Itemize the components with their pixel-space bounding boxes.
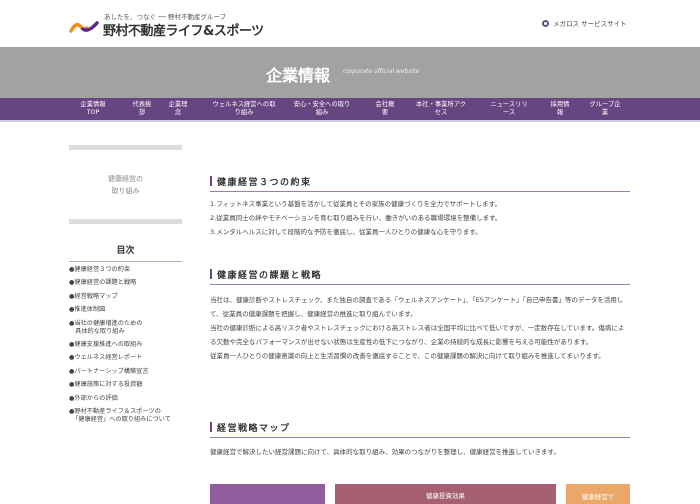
toc-item[interactable]: ●推進体制図 [69, 306, 194, 314]
service-site-link[interactable]: メガロス サービスサイト [542, 18, 627, 28]
nav-item-news[interactable]: ニュースリリ ース [490, 101, 527, 117]
toc-item[interactable]: ●当社の健康増進のための 具体的な取り組み [69, 320, 194, 336]
map-box-1 [210, 484, 325, 504]
toc-item[interactable]: ●パートナーシップ構築宣言 [69, 368, 194, 376]
circle-bullet-icon [542, 19, 549, 27]
map-box-health-management: 健康経営で [566, 484, 630, 504]
sidebar-divider [69, 145, 182, 150]
strategy-map-text: 健康経営で解決したい経営課題に向けて、具体的な取り組み、効果のつながりを整理し、… [210, 448, 560, 456]
page-subtitle: corporate official website [343, 68, 420, 75]
nav-item-philosophy[interactable]: 企業理 念 [169, 101, 188, 117]
global-nav: 企業情報 TOP 代表挨 拶 企業理 念 ウェルネス経営への取 り組み 安心・安… [0, 98, 700, 122]
nav-item-recruit[interactable]: 採用情 報 [551, 101, 570, 117]
page-title: 企業情報 [266, 66, 331, 85]
toc-title: 目次 [69, 243, 182, 262]
toc-item[interactable]: ●経営戦略マップ [69, 293, 194, 301]
toc-list: ●健康経営３つの約束 ●健康経営の課題と戦略 ●経営戦略マップ ●推進体制図 ●… [69, 266, 194, 429]
section-heading-promises: 健康経営３つの約束 [210, 175, 630, 192]
toc-item[interactable]: ●ウェルネス経営レポート [69, 354, 194, 362]
promise-item: 3.メンタルヘルスに対して段階的な予防を徹底し、従業員一人ひとりの健康な心を守り… [210, 228, 482, 236]
nav-item-wellness[interactable]: ウェルネス経営への取 り組み [213, 101, 276, 117]
toc-item[interactable]: ●健康支援推進への取組み [69, 341, 194, 349]
sidebar-title: 健康経営の 取り組み [108, 175, 143, 195]
section-heading-strategy-map: 経営戦略マップ [210, 421, 630, 438]
toc-item[interactable]: ●野村不動産ライフ＆スポーツの 「健康経営」への取り組みについて [69, 408, 194, 424]
promise-list: 1.フィットネス事業という基盤を活かして従業員とその家族の健康づくりを全力でサポ… [210, 197, 630, 239]
nav-item-top[interactable]: 企業情報 TOP [80, 101, 105, 117]
paragraph: 当社の健康診断による高リスク者やストレスチェックにおける高ストレス者は全国平均に… [210, 324, 625, 346]
service-site-label: メガロス サービスサイト [553, 20, 627, 28]
toc-item[interactable]: ●外部からの評価 [69, 395, 194, 403]
sidebar-divider [69, 219, 182, 224]
nav-item-safety[interactable]: 安心・安全への取り 組み [294, 101, 351, 117]
logo-text[interactable]: 野村不動産ライフ&スポーツ [103, 20, 264, 39]
toc-item[interactable]: ●健康経営３つの約束 [69, 266, 194, 274]
logo-icon[interactable] [69, 20, 99, 34]
map-box-health-investment: 健康投資効果 [335, 484, 556, 504]
section-heading-issues: 健康経営の課題と戦略 [210, 268, 630, 285]
nav-item-access[interactable]: 本社・事業所アク セス [416, 101, 466, 117]
paragraph: 当社は、健康診断やストレスチェック、また独自の調査である「ウェルネスアンケート」… [210, 296, 624, 318]
toc-item[interactable]: ●健康施策に対する投資額 [69, 381, 194, 389]
issues-text: 当社は、健康診断やストレスチェック、また独自の調査である「ウェルネスアンケート」… [210, 293, 630, 363]
nav-item-message[interactable]: 代表挨 拶 [133, 101, 152, 117]
toc-item[interactable]: ●健康経営の課題と戦略 [69, 279, 194, 287]
promise-item: 1.フィットネス事業という基盤を活かして従業員とその家族の健康づくりを全力でサポ… [210, 200, 502, 208]
nav-item-group[interactable]: グループ企 業 [589, 101, 620, 117]
nav-item-company[interactable]: 会社概 要 [376, 101, 395, 117]
promise-item: 2.従業員同士の絆やモチベーションを育む取り組みを行い、働きがいのある職場環境を… [210, 214, 502, 222]
paragraph: 従業員一人ひとりの健康意識の向上と生活習慣の改善を徹底することで、この健康課題の… [210, 352, 605, 360]
